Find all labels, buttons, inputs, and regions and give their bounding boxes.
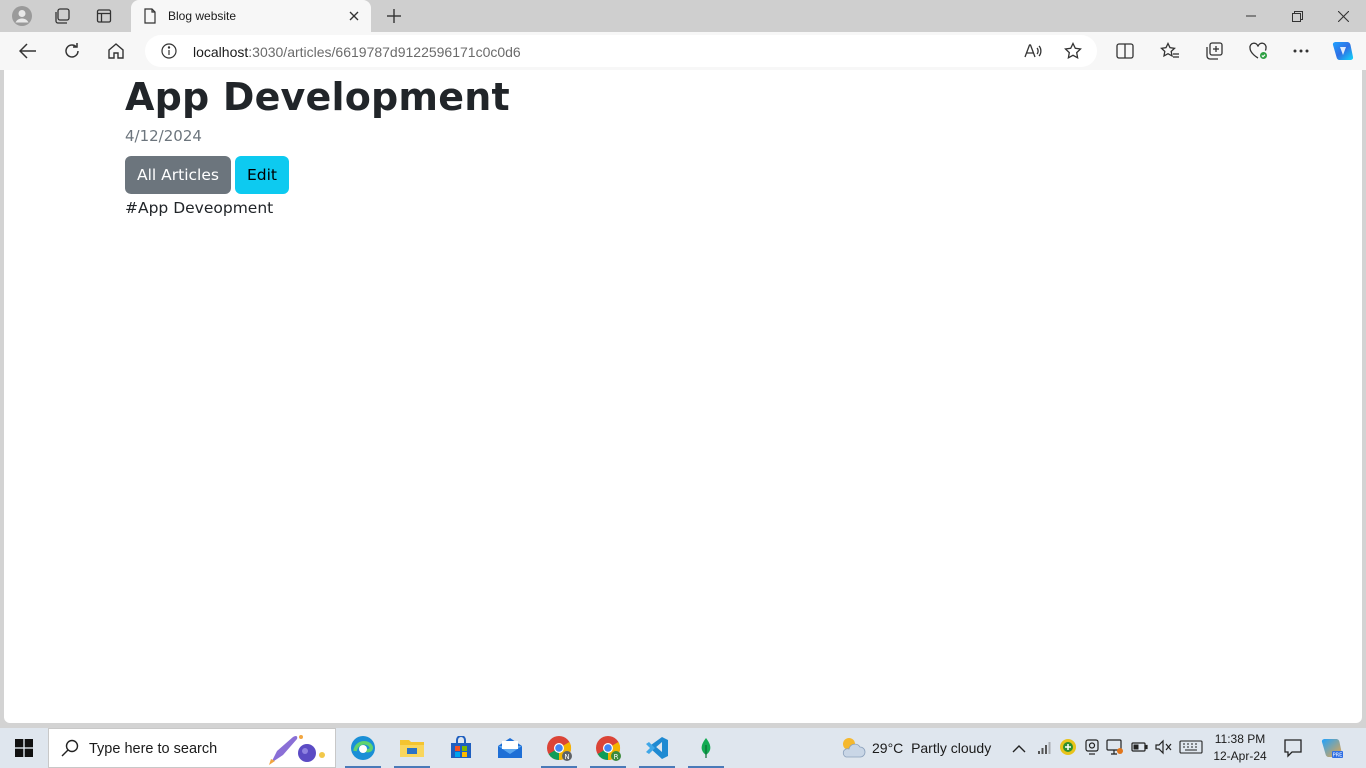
settings-more-icon[interactable] xyxy=(1289,39,1313,63)
svg-text:N: N xyxy=(564,753,569,761)
mail-app-icon[interactable] xyxy=(486,728,534,768)
back-button[interactable] xyxy=(14,37,42,65)
notifications-icon[interactable] xyxy=(1283,738,1303,763)
temperature: 29°C xyxy=(872,740,904,756)
keyboard-icon[interactable] xyxy=(1179,739,1203,760)
copilot-taskbar-icon[interactable]: PRE xyxy=(1320,736,1344,765)
vscode-icon[interactable] xyxy=(633,728,681,768)
browser-essentials-icon[interactable] xyxy=(1246,39,1270,63)
url-text[interactable]: localhost:3030/articles/6619787d91225961… xyxy=(193,44,521,60)
taskbar-search-box[interactable]: Type here to search xyxy=(48,728,336,768)
chrome-profile-r-icon[interactable]: R xyxy=(584,728,632,768)
article-actions: All Articles Edit xyxy=(125,156,510,194)
clock-date: 12-Apr-24 xyxy=(1213,749,1267,763)
start-button[interactable] xyxy=(0,728,48,768)
article-body: #App Deveopment xyxy=(125,199,274,217)
tab-actions-icon[interactable] xyxy=(90,3,118,29)
tab-title: Blog website xyxy=(168,9,237,23)
workspaces-icon[interactable] xyxy=(48,3,76,29)
minimize-button[interactable] xyxy=(1228,0,1274,32)
article-content: App Development 4/12/2024 All Articles E… xyxy=(125,70,510,217)
copilot-icon[interactable] xyxy=(1331,39,1355,63)
site-info-icon[interactable] xyxy=(161,43,177,64)
weather-widget[interactable]: 29°C Partly cloudy xyxy=(872,740,991,756)
article-title: App Development xyxy=(125,75,510,119)
file-explorer-icon[interactable] xyxy=(388,728,436,768)
close-window-button[interactable] xyxy=(1320,0,1366,32)
search-highlight-icon xyxy=(265,731,331,768)
edge-app-icon[interactable] xyxy=(339,728,387,768)
search-icon xyxy=(61,739,79,762)
webcam-icon[interactable] xyxy=(1083,738,1101,761)
read-aloud-icon[interactable] xyxy=(1023,41,1043,61)
chrome-profile-n-icon[interactable]: N xyxy=(535,728,583,768)
page-icon xyxy=(143,8,157,29)
weather-condition: Partly cloudy xyxy=(911,740,992,756)
all-articles-button[interactable]: All Articles xyxy=(125,156,231,194)
taskbar: Type here to search N R 29°C Partly clou… xyxy=(0,728,1366,768)
security-status-icon[interactable] xyxy=(1059,738,1077,761)
article-date: 4/12/2024 xyxy=(125,127,202,145)
restore-button[interactable] xyxy=(1274,0,1320,32)
network-icon[interactable] xyxy=(1037,739,1053,760)
profile-icon[interactable] xyxy=(8,3,36,29)
weather-icon[interactable] xyxy=(838,735,866,764)
mongodb-compass-icon[interactable] xyxy=(682,728,730,768)
display-settings-icon[interactable] xyxy=(1106,738,1124,761)
favorite-star-icon[interactable] xyxy=(1063,41,1083,61)
taskbar-clock[interactable]: 11:38 PM 12-Apr-24 xyxy=(1206,731,1274,765)
show-hidden-icons-chevron-icon[interactable] xyxy=(1012,741,1026,759)
refresh-button[interactable] xyxy=(58,37,86,65)
url-path: :3030/articles/6619787d9122596171c0c0d6 xyxy=(248,44,521,60)
svg-text:PRE: PRE xyxy=(1333,753,1343,759)
battery-icon[interactable] xyxy=(1131,740,1149,759)
tab-blog-website[interactable]: Blog website xyxy=(131,0,371,32)
home-button[interactable] xyxy=(102,37,130,65)
address-bar[interactable]: localhost:3030/articles/6619787d91225961… xyxy=(145,35,1097,67)
collections-icon[interactable] xyxy=(1202,39,1226,63)
svg-text:R: R xyxy=(614,753,619,761)
page-viewport: App Development 4/12/2024 All Articles E… xyxy=(4,70,1362,723)
volume-muted-icon[interactable] xyxy=(1155,739,1173,760)
edit-button[interactable]: Edit xyxy=(234,156,289,194)
new-tab-button[interactable] xyxy=(380,3,408,29)
search-placeholder: Type here to search xyxy=(89,741,218,757)
url-host: localhost xyxy=(193,44,249,60)
tab-strip: Blog website xyxy=(0,0,1366,32)
favorites-icon[interactable] xyxy=(1158,39,1182,63)
browser-toolbar: localhost:3030/articles/6619787d91225961… xyxy=(0,32,1366,70)
clock-time: 11:38 PM xyxy=(1214,732,1266,746)
microsoft-store-icon[interactable] xyxy=(437,728,485,768)
split-screen-icon[interactable] xyxy=(1113,39,1137,63)
close-tab-icon[interactable] xyxy=(343,5,365,27)
